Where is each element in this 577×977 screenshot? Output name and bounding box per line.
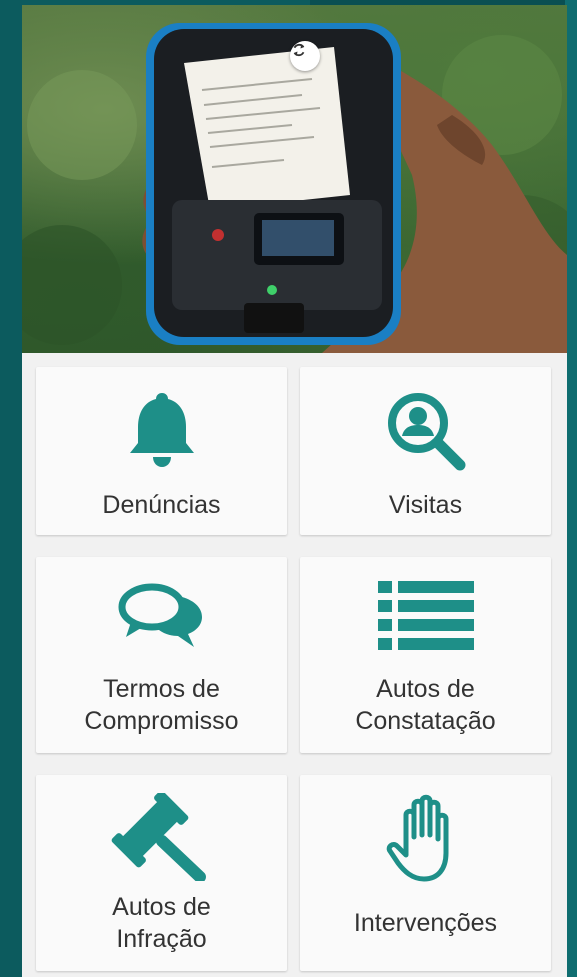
tile-intervencoes[interactable]: Intervenções: [300, 775, 551, 971]
tile-label-line-1: Intervenções: [353, 909, 498, 937]
device-frame: Denúncias Visitas Termos de Compromisso …: [0, 0, 577, 977]
tile-label: Termos de Compromisso: [36, 673, 287, 737]
tile-label-line-1: Termos de: [103, 675, 220, 703]
tile-label-line-2: Constatação: [355, 707, 496, 735]
tile-denuncias[interactable]: Denúncias: [36, 367, 287, 535]
bell-icon: [36, 389, 287, 469]
tile-label: Denúncias: [36, 489, 287, 521]
hand-icon: [300, 793, 551, 885]
tile-label-line-2: Infração: [116, 925, 207, 953]
tile-label-line-2: Compromisso: [84, 707, 239, 735]
gavel-icon: [36, 793, 287, 881]
refresh-icon[interactable]: [290, 41, 320, 71]
chat-bubbles-icon: [36, 579, 287, 651]
header-photo: [22, 5, 567, 353]
tile-visitas[interactable]: Visitas: [300, 367, 551, 535]
tile-label-line-1: Autos de: [112, 893, 211, 921]
tile-label-line-1: Visitas: [388, 491, 463, 519]
tile-label-line-1: Denúncias: [102, 491, 221, 519]
tile-autos-de-constatacao[interactable]: Autos de Constatação: [300, 557, 551, 753]
tile-autos-de-infracao[interactable]: Autos de Infração: [36, 775, 287, 971]
app-screen: Denúncias Visitas Termos de Compromisso …: [22, 5, 567, 977]
tile-label-line-1: Autos de: [376, 675, 475, 703]
tile-label: Visitas: [300, 489, 551, 521]
tile-label: Intervenções: [300, 907, 551, 939]
search-person-icon: [300, 389, 551, 473]
tile-label: Autos de Constatação: [300, 673, 551, 737]
tile-termos-de-compromisso[interactable]: Termos de Compromisso: [36, 557, 287, 753]
refresh-glyph: [293, 43, 305, 57]
tile-label: Autos de Infração: [36, 891, 287, 955]
list-icon: [300, 579, 551, 651]
